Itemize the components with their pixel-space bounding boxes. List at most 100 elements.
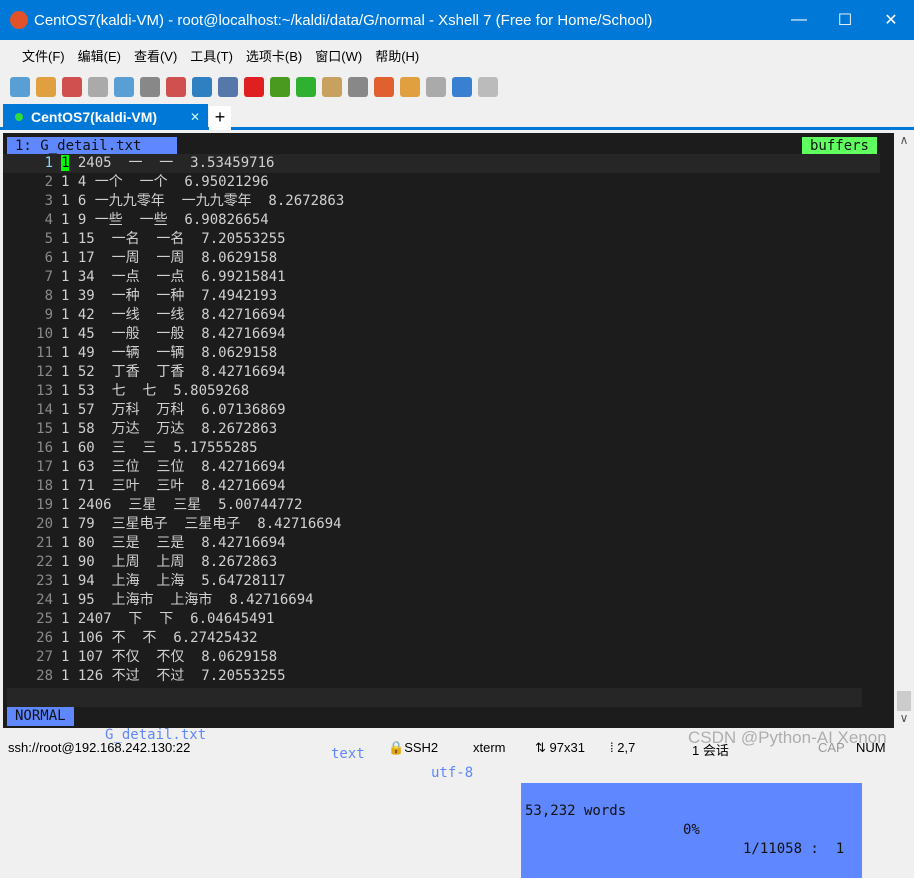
line-number: 20	[36, 516, 53, 532]
line-text: 1 2407 下 下 6.04645491	[61, 611, 275, 627]
text-line: 25 1 2407 下 下 6.04645491	[3, 610, 880, 629]
menu-item[interactable]: 工具(T)	[190, 46, 233, 65]
title-bar: CentOS7(kaldi-VM) - root@localhost:~/kal…	[0, 0, 914, 40]
cursor: 1	[61, 155, 70, 171]
scroll-down-icon[interactable]: ∨	[894, 711, 914, 725]
text-line: 14 1 57 万科 万科 6.07136869	[3, 401, 880, 420]
text-line: 5 1 15 一名 一名 7.20553255	[3, 230, 880, 249]
terminal[interactable]: 1: G_detail.txt buffers NORMAL G_detail.…	[3, 133, 894, 878]
menu-item[interactable]: 查看(V)	[134, 46, 177, 65]
line-text: 1 17 一周 一周 8.0629158	[61, 250, 278, 266]
status-encoding: utf-8	[431, 765, 474, 781]
line-text: 1 2405 一 一 3.53459716	[61, 155, 275, 171]
line-text: 1 39 一种 一种 7.4942193	[61, 288, 278, 304]
disconnect-icon[interactable]	[62, 77, 82, 97]
vim-mode: NORMAL	[7, 707, 74, 726]
help-icon[interactable]	[452, 77, 472, 97]
menu-item[interactable]: 编辑(E)	[78, 46, 121, 65]
menu-bar: 文件(F) 编辑(E) 查看(V) 工具(T) 选项卡(B) 窗口(W) 帮助(H)	[0, 40, 914, 70]
line-number: 17	[36, 459, 53, 475]
keyboard-icon[interactable]	[348, 77, 368, 97]
text-line: 4 1 9 一些 一些 6.90826654	[3, 211, 880, 230]
line-text: 1 60 三 三 5.17555285	[61, 440, 258, 456]
line-text: 1 126 不过 不过 7.20553255	[61, 668, 286, 684]
line-number: 15	[36, 421, 53, 437]
text-line: 19 1 2406 三星 三星 5.00744772	[3, 496, 880, 515]
text-line: 9 1 42 一线 一线 8.42716694	[3, 306, 880, 325]
menu-item[interactable]: 帮助(H)	[375, 46, 419, 65]
text-line: 6 1 17 一周 一周 8.0629158	[3, 249, 880, 268]
minimize-button[interactable]: —	[776, 11, 822, 29]
new-folder-icon[interactable]	[400, 77, 420, 97]
line-text: 1 58 万达 万达 8.2672863	[61, 421, 278, 437]
find-icon[interactable]	[140, 77, 160, 97]
line-number: 13	[36, 383, 53, 399]
xshell-icon[interactable]	[244, 77, 264, 97]
maximize-button[interactable]: ☐	[822, 10, 868, 30]
line-number: 21	[36, 535, 53, 551]
close-button[interactable]: ✕	[868, 10, 914, 30]
chat-icon[interactable]	[478, 77, 498, 97]
line-text: 1 53 七 七 5.8059268	[61, 383, 250, 399]
terminal-scrollbar[interactable]: ∧ ∨	[894, 133, 914, 728]
transfer-icon[interactable]	[166, 77, 186, 97]
reconnect-icon[interactable]	[88, 77, 108, 97]
vim-statusline: NORMAL G_detail.txt text utf-8 53,232 wo…	[7, 688, 862, 878]
text-line: 22 1 90 上周 上周 8.2672863	[3, 553, 880, 572]
line-text: 1 52 丁香 丁香 8.42716694	[61, 364, 286, 380]
scroll-thumb[interactable]	[897, 691, 911, 711]
new-session-icon[interactable]	[10, 77, 30, 97]
line-text: 1 95 上海市 上海市 8.42716694	[61, 592, 314, 608]
layout-icon[interactable]	[426, 77, 446, 97]
line-text: 1 63 三位 三位 8.42716694	[61, 459, 286, 475]
line-text: 1 2406 三星 三星 5.00744772	[61, 497, 303, 513]
text-line: 18 1 71 三叶 三叶 8.42716694	[3, 477, 880, 496]
status-words: 53,232 words	[525, 803, 627, 819]
menu-item[interactable]: 窗口(W)	[315, 46, 362, 65]
connected-icon	[15, 113, 23, 121]
line-number: 23	[36, 573, 53, 589]
font-icon[interactable]	[218, 77, 238, 97]
menu-item[interactable]: 文件(F)	[22, 46, 65, 65]
line-number: 28	[36, 668, 53, 684]
text-line: 2 1 4 一个 一个 6.95021296	[3, 173, 880, 192]
text-line: 13 1 53 七 七 5.8059268	[3, 382, 880, 401]
tab-session[interactable]: CentOS7(kaldi-VM) ✕	[3, 104, 208, 130]
status-position: 1/11058 : 1	[743, 841, 845, 857]
line-number: 19	[36, 497, 53, 513]
text-line: 10 1 45 一般 一般 8.42716694	[3, 325, 880, 344]
close-tab-icon[interactable]: ✕	[190, 110, 200, 124]
text-line: 12 1 52 丁香 丁香 8.42716694	[3, 363, 880, 382]
text-line: 11 2405 一 一 3.53459716	[3, 154, 880, 173]
line-number: 25	[36, 611, 53, 627]
line-text: 1 57 万科 万科 6.07136869	[61, 402, 286, 418]
line-number: 22	[36, 554, 53, 570]
globe-icon[interactable]	[192, 77, 212, 97]
watermark: CSDN @Python-AI Xenon	[688, 728, 887, 747]
line-number: 3	[44, 193, 53, 209]
text-line: 26 1 106 不 不 6.27425432	[3, 629, 880, 648]
vim-bufferline: 1: G_detail.txt buffers	[7, 137, 877, 155]
line-number: 27	[36, 649, 53, 665]
line-text: 1 9 一些 一些 6.90826654	[61, 212, 269, 228]
line-number: 12	[36, 364, 53, 380]
open-icon[interactable]	[36, 77, 56, 97]
new-tab-button[interactable]: +	[209, 106, 231, 130]
fullscreen-icon[interactable]	[296, 77, 316, 97]
line-text: 1 94 上海 上海 5.64728117	[61, 573, 286, 589]
buffer-tab[interactable]: 1: G_detail.txt	[7, 137, 177, 155]
line-number: 18	[36, 478, 53, 494]
menu-item[interactable]: 选项卡(B)	[246, 46, 302, 65]
lock-icon[interactable]	[322, 77, 342, 97]
line-text: 1 71 三叶 三叶 8.42716694	[61, 478, 286, 494]
scroll-up-icon[interactable]: ∧	[894, 133, 914, 147]
text-line: 28 1 126 不过 不过 7.20553255	[3, 667, 880, 686]
line-number: 26	[36, 630, 53, 646]
line-number: 2	[44, 174, 53, 190]
line-number: 6	[44, 250, 53, 266]
xftp-icon[interactable]	[270, 77, 290, 97]
properties-icon[interactable]	[114, 77, 134, 97]
highlight-icon[interactable]	[374, 77, 394, 97]
text-line: 8 1 39 一种 一种 7.4942193	[3, 287, 880, 306]
buffers-label: buffers	[801, 137, 877, 155]
